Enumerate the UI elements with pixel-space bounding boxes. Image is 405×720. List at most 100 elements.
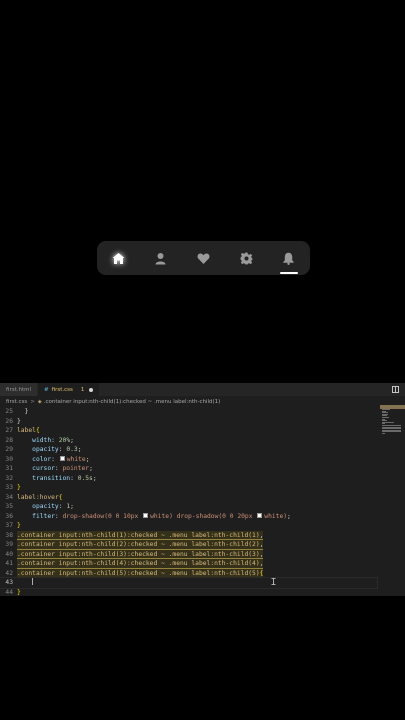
code-line[interactable]: 29 opacity: 0.3; <box>0 445 377 455</box>
tab-label: first.html <box>6 386 32 393</box>
unsaved-dot-icon[interactable] <box>89 387 94 392</box>
menu-item-user[interactable] <box>140 241 183 275</box>
code-line[interactable]: 31 cursor: pointer; <box>0 464 377 474</box>
code-line[interactable]: 33} <box>0 483 377 493</box>
code-token: .container input:nth-child(4):checked ~ … <box>17 560 260 567</box>
tab-bar: first.html # first.css 1 <box>0 383 405 396</box>
code-text <box>17 578 34 588</box>
code-text: .container input:nth-child(2):checked ~ … <box>17 540 264 550</box>
code-text: filter: drop-shadow(0 0 10px white) drop… <box>17 512 291 522</box>
code-text: cursor: pointer; <box>17 464 93 474</box>
code-token: } <box>17 417 21 425</box>
code-text: } <box>17 407 29 417</box>
code-token: ; <box>70 503 74 510</box>
code-token: } <box>17 588 21 596</box>
code-line[interactable]: 36 filter: drop-shadow(0 0 10px white) d… <box>0 512 377 522</box>
code-token: } <box>17 408 29 415</box>
code-line[interactable]: 34 label:hover{ <box>0 493 377 503</box>
code-token: { <box>35 427 40 434</box>
menu-item-gear[interactable] <box>225 241 268 275</box>
line-number: 41 <box>5 560 13 567</box>
code-token: : <box>51 455 59 463</box>
code-token: , <box>259 560 264 567</box>
line-number: 33 <box>5 484 13 491</box>
code-token: } <box>17 522 21 529</box>
bottom-nav-menu <box>97 241 310 275</box>
tab-first-css[interactable]: # first.css 1 <box>38 383 101 396</box>
code-line[interactable]: 41 .container input:nth-child(4):checked … <box>0 559 377 569</box>
code-line[interactable]: 35 opacity: 1; <box>0 502 377 512</box>
code-line[interactable]: 37} <box>0 521 377 531</box>
code-line[interactable]: 30 color: white; <box>0 455 377 465</box>
selector-symbol-icon: ◈ <box>37 398 42 405</box>
code-token: white <box>66 455 86 463</box>
line-number: 39 <box>5 541 13 548</box>
line-number: 30 <box>5 455 13 463</box>
bell-icon <box>283 252 294 265</box>
menu-item-heart[interactable] <box>182 241 225 275</box>
line-number: 28 <box>5 436 13 444</box>
color-swatch-white[interactable] <box>143 513 149 518</box>
code-line[interactable]: 39 .container input:nth-child(2):checked … <box>0 540 377 550</box>
code-text: .container input:nth-child(3):checked ~ … <box>17 549 264 559</box>
black-background <box>0 596 405 720</box>
code-line[interactable]: 32 transition: 0.5s; <box>0 474 377 484</box>
code-token: ; <box>85 455 90 463</box>
code-token: filter <box>32 512 55 520</box>
code-line[interactable]: 42 .container input:nth-child(5):checked … <box>0 568 377 578</box>
line-number: 35 <box>5 503 13 510</box>
code-line[interactable]: 38 .container input:nth-child(1):checked … <box>0 530 377 540</box>
code-token: .container input:nth-child(1):checked ~ … <box>17 531 260 539</box>
code-line[interactable]: 28 width: 20%; <box>0 436 377 446</box>
code-editor: first.html # first.css 1 first.css > ◈ .… <box>0 383 405 596</box>
code-token: : <box>70 474 78 482</box>
code-line[interactable]: 27 label{ <box>0 426 377 436</box>
code-token: label <box>17 427 36 434</box>
line-number: 32 <box>5 474 13 482</box>
tab-label: first.css <box>51 386 73 393</box>
tab-first-html[interactable]: first.html <box>0 383 39 396</box>
line-number: 37 <box>5 522 13 529</box>
code-token: , <box>259 531 264 539</box>
code-token: ; <box>92 474 97 482</box>
home-icon <box>112 252 125 264</box>
code-text: color: white; <box>17 455 90 465</box>
code-text: label:hover{ <box>17 493 63 503</box>
menu-item-bell[interactable] <box>267 241 310 275</box>
breadcrumb-file[interactable]: first.css <box>6 399 27 405</box>
code-line[interactable]: 40 .container input:nth-child(3):checked … <box>0 549 377 559</box>
breadcrumb-selector[interactable]: .container input:nth-child(1):checked ~ … <box>44 399 221 405</box>
code-text: opacity: 0.3; <box>17 445 81 455</box>
code-text: } <box>17 483 21 493</box>
line-number: 26 <box>5 417 13 425</box>
code-token: cursor <box>32 465 55 472</box>
line-number: 25 <box>5 408 13 415</box>
color-swatch-white[interactable] <box>59 456 65 461</box>
text-cursor-icon <box>271 578 276 585</box>
code-text: .container input:nth-child(5):checked ~ … <box>17 568 264 578</box>
code-token: white) drop-shadow(0 0 20px <box>150 512 257 520</box>
code-token: .container input:nth-child(2):checked ~ … <box>17 541 260 548</box>
code-text: } <box>17 417 21 427</box>
code-line[interactable]: 26} <box>0 417 377 427</box>
code-line[interactable]: 43 <box>0 577 378 589</box>
code-token: ; <box>77 446 82 453</box>
minimap-line <box>382 433 385 434</box>
code-area[interactable]: 25 } 26} 27 label{28 width: 20%; 29 opacity:… <box>0 407 378 596</box>
minimap-slider[interactable] <box>380 405 405 409</box>
split-editor-icon[interactable] <box>392 386 399 393</box>
code-line[interactable]: 25 } <box>0 407 377 417</box>
code-text: } <box>17 521 21 531</box>
color-swatch-white[interactable] <box>257 513 263 518</box>
code-token: pointer <box>62 465 90 472</box>
minimap[interactable] <box>379 407 403 467</box>
menu-item-home[interactable] <box>97 241 140 275</box>
line-number: 36 <box>5 512 13 520</box>
code-text: width: 20%; <box>17 436 74 446</box>
